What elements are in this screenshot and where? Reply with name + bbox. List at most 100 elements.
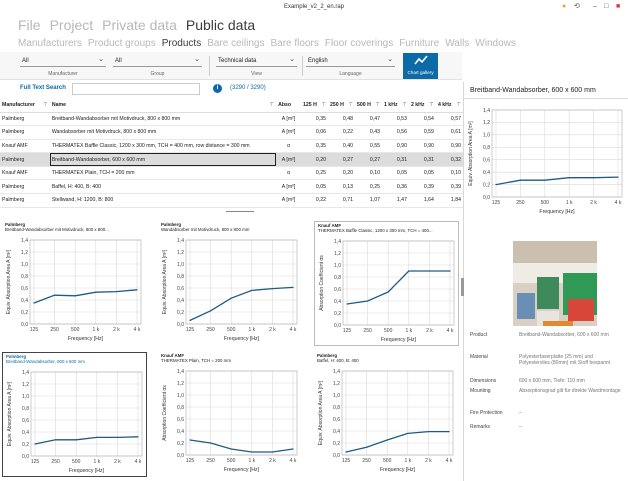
column-header[interactable]: 125 H ⊤ xyxy=(301,98,329,113)
full-text-search-link[interactable]: Full Text Search xyxy=(20,85,66,91)
splitter-handle[interactable] xyxy=(226,211,254,212)
table-cell: 0,31 xyxy=(408,152,436,167)
maximize-icon[interactable]: □ xyxy=(604,3,608,11)
y-axis-label: Equiv. Absorption Area A [m²] xyxy=(468,121,474,186)
table-row[interactable]: Knauf AMF THERMATEX Plain, TCH = 200 mm α 0… xyxy=(0,166,463,181)
tab-products[interactable]: Products xyxy=(162,38,201,49)
tab-furniture[interactable]: Furniture xyxy=(399,38,439,49)
table-cell: 0,53 xyxy=(381,112,409,127)
column-header[interactable]: 4 kHz ⊤ xyxy=(435,98,463,113)
chart-card[interactable]: Knauf AMF THERMATEX Baffle Classic, 1200… xyxy=(314,221,459,346)
data-point xyxy=(116,436,118,438)
table-cell: 0,90 xyxy=(381,139,409,154)
column-header[interactable]: Abso xyxy=(276,98,302,113)
chart-card[interactable]: Palmberg Breitband-Wandabsorber mit Moti… xyxy=(2,221,147,346)
chart-card[interactable]: Palmberg Baffel, H: 400, B: 400 0,0 0,2 0,… xyxy=(314,352,459,477)
column-header[interactable]: 2 kHz ⊤ xyxy=(408,98,436,113)
data-point xyxy=(407,432,409,434)
column-header[interactable]: Manufacturer ⊤ xyxy=(0,98,50,113)
table-cell: 0,06 xyxy=(301,125,329,140)
table-cell: 0,47 xyxy=(355,112,382,127)
table-cell: 0,35 xyxy=(301,112,329,127)
y-tick-label: 1,2 xyxy=(177,250,184,256)
y-tick-label: 1,0 xyxy=(22,394,29,400)
data-point xyxy=(251,289,253,291)
column-header[interactable]: 1 kHz ⊤ xyxy=(381,98,409,113)
table-row[interactable]: Palmberg Wandabsorber mit Motivdruck, 800… xyxy=(0,125,463,140)
x-tick-label: 500 xyxy=(384,328,393,334)
property-value: – xyxy=(519,410,522,416)
y-axis-label: Absorption Coefficient αs xyxy=(162,385,168,441)
y-tick-label: 0,0 xyxy=(22,454,29,460)
search-input[interactable] xyxy=(72,83,200,95)
y-tick-label: 0,8 xyxy=(333,405,340,411)
data-point xyxy=(55,439,57,441)
group-select[interactable]: All ⌄ xyxy=(113,55,202,67)
y-tick-label: 0,0 xyxy=(177,453,184,459)
table-cell: THERMATEX Plain, TCH = 200 mm xyxy=(49,166,277,181)
table-header: Manufacturer ⊤ Name ⊤ Abso 125 H ⊤ 250 H ⊤ 5… xyxy=(0,98,463,113)
primary-menu: File Project Private data Public data xyxy=(18,17,255,33)
chart-title: Breitband-Wandabsorber mit Motivdruck, 8… xyxy=(5,227,109,232)
table-row[interactable]: Palmberg Stellwand, H: 1200, B: 800 A [m²]… xyxy=(0,193,463,208)
manufacturer-value: All xyxy=(22,58,29,64)
column-header[interactable]: 250 H ⊤ xyxy=(328,98,355,113)
tab-product-groups[interactable]: Product groups xyxy=(88,38,156,49)
column-header[interactable]: Name ⊤ xyxy=(49,98,277,113)
y-tick-label: 0,6 xyxy=(177,286,184,292)
chart-icon xyxy=(403,55,438,70)
table-cell: A [m²] xyxy=(276,193,302,208)
y-tick-label: 0,0 xyxy=(21,322,28,328)
data-point xyxy=(366,446,368,448)
column-header[interactable]: 500 H ⊤ xyxy=(355,98,382,113)
filter-icon: ⊤ xyxy=(321,101,327,108)
table-cell: 0,20 xyxy=(328,166,355,181)
property-key: Mounting xyxy=(470,388,491,394)
x-tick-label: 2 k xyxy=(269,327,276,333)
plot-frame xyxy=(30,371,143,457)
x-tick-label: 1 k xyxy=(404,458,411,464)
chart-card-selected[interactable]: Palmberg Breitband-Wandabsorber, 600 x 6… xyxy=(2,352,147,477)
table-cell: A [m²] xyxy=(276,179,302,195)
minimize-icon[interactable]: – xyxy=(593,3,597,11)
close-icon[interactable]: ■ xyxy=(616,3,620,11)
menu-project[interactable]: Project xyxy=(50,17,94,33)
x-tick-label: 4 k xyxy=(290,458,297,464)
menu-public-data[interactable]: Public data xyxy=(186,17,255,33)
table-row[interactable]: Palmberg Baffel, H: 400, B: 400 A [m²] 0,05… xyxy=(0,179,463,195)
y-tick-label: 0,4 xyxy=(21,298,28,304)
y-tick-label: 1,2 xyxy=(334,251,341,257)
table-row[interactable]: Palmberg Breitband-Wandabsorber, 600 x 60… xyxy=(0,152,463,167)
menu-file[interactable]: File xyxy=(18,17,41,33)
y-tick-label: 0,0 xyxy=(177,322,184,328)
x-tick-label: 125 xyxy=(343,328,352,334)
manufacturer-select[interactable]: All ⌄ xyxy=(20,55,106,67)
data-point xyxy=(387,291,389,293)
chart-card[interactable]: Knauf AMF THERMATEX Plain, TCH = 200 mm … xyxy=(158,352,303,477)
table-row[interactable]: Palmberg Breitband-Wandabsorber mit Motiv… xyxy=(0,112,463,127)
language-select[interactable]: English ⌄ xyxy=(306,55,395,67)
plot-frame xyxy=(491,109,623,198)
table-cell: 0,22 xyxy=(328,125,355,140)
menu-private-data[interactable]: Private data xyxy=(102,17,177,33)
x-axis-label: Frequency [Hz] xyxy=(539,209,575,215)
y-tick-label: 1,0 xyxy=(334,263,341,269)
chart-card[interactable]: Palmberg Wandabsorber mit Motivdruck, 80… xyxy=(158,221,303,346)
chart-gallery-button[interactable]: Chart gallery xyxy=(403,53,438,79)
y-tick-label: 0,0 xyxy=(334,323,341,329)
app-window: Example_v2_2_en.rap ● ⟲ – □ ■ File Proje… xyxy=(0,0,628,481)
table-row[interactable]: Knauf AMF THERMATEX Baffle Classic, 1200 … xyxy=(0,139,463,154)
info-icon[interactable]: i xyxy=(213,84,222,93)
refresh-icon[interactable]: ⟲ xyxy=(574,3,580,11)
table-cell: 0,22 xyxy=(301,193,329,208)
view-select[interactable]: Technical data ⌄ xyxy=(216,55,297,67)
x-tick-label: 125 xyxy=(492,200,501,206)
tab-walls[interactable]: Walls xyxy=(445,38,469,49)
tab-windows[interactable]: Windows xyxy=(475,38,516,49)
tab-bare-floors[interactable]: Bare floors xyxy=(270,38,318,49)
tab-bare-ceilings[interactable]: Bare ceilings xyxy=(207,38,264,49)
tab-floor-coverings[interactable]: Floor coverings xyxy=(325,38,393,49)
tab-manufacturers[interactable]: Manufacturers xyxy=(18,38,82,49)
table-cell: Stellwand, H: 1200, B: 800 xyxy=(49,193,277,208)
x-tick-label: 125 xyxy=(186,327,195,333)
